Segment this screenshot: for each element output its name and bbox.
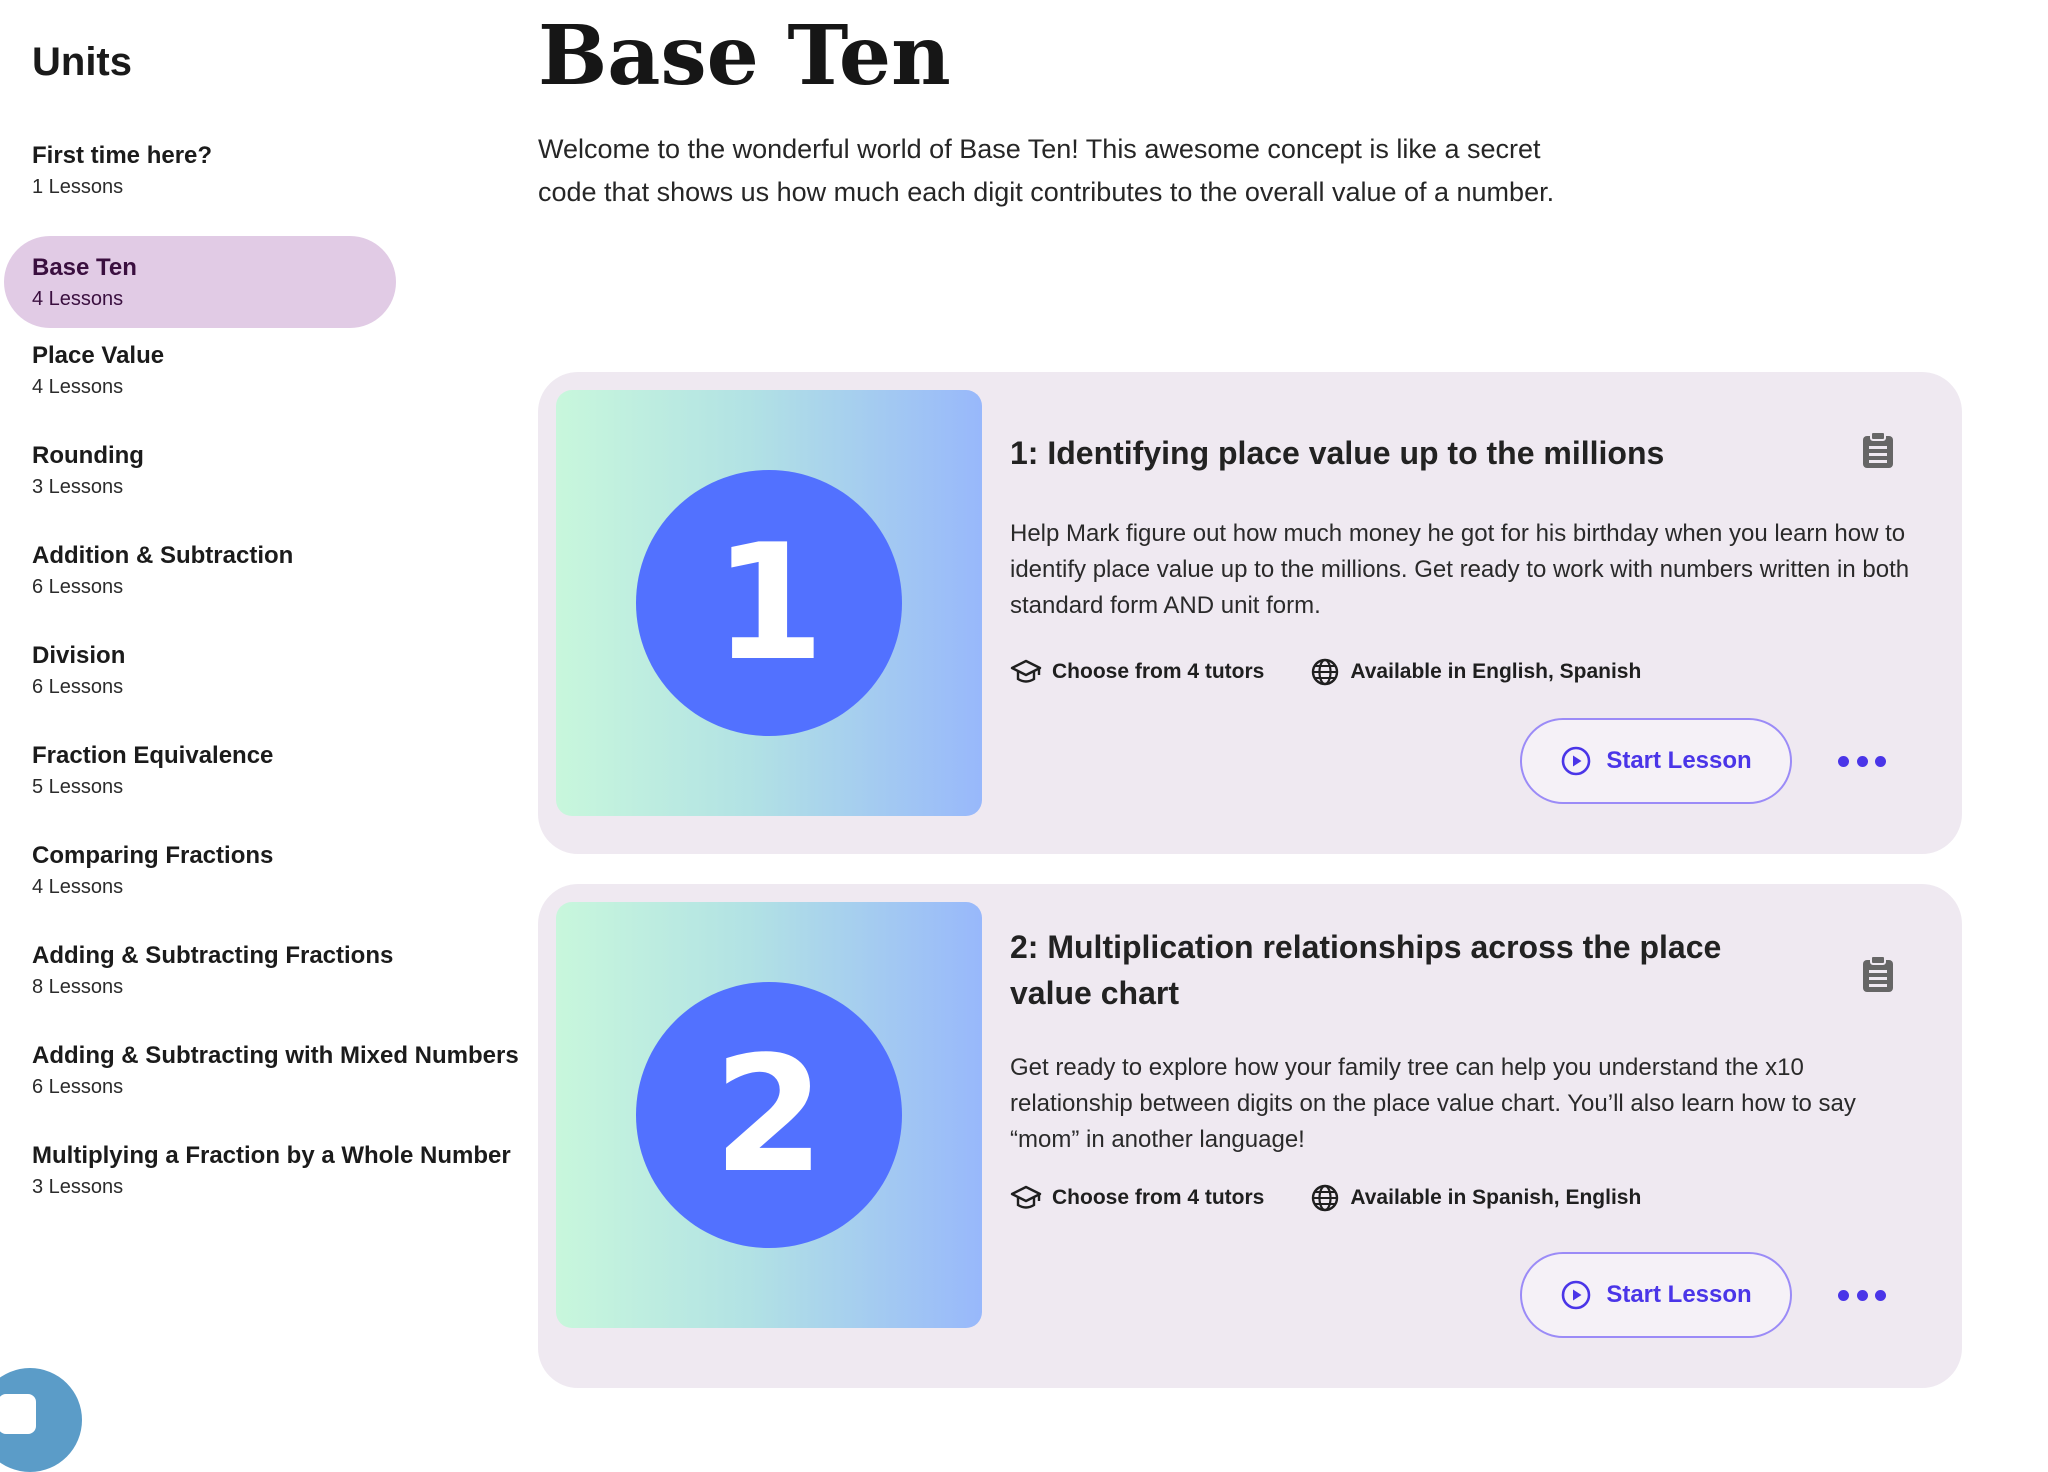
unit-name: Fraction Equivalence <box>32 742 274 769</box>
unit-name: Rounding <box>32 442 144 469</box>
unit-intro: Welcome to the wonderful world of Base T… <box>538 134 1555 207</box>
unit-lesson-count: 4 Lessons <box>32 288 124 310</box>
more-dots-icon <box>1838 755 1849 767</box>
unit-list: First time here? 1 Lessons Base Ten 4 Le… <box>0 136 520 1236</box>
lesson-number-badge: 2 <box>636 982 902 1248</box>
unit-lesson-count: 4 Lessons <box>32 876 124 898</box>
chat-icon <box>0 1394 36 1434</box>
unit-item-addition-subtraction[interactable]: Addition & Subtraction 6 Lessons <box>0 536 520 636</box>
tutors-label: Choose from 4 tutors <box>1052 1186 1265 1209</box>
lesson-thumbnail: 1 <box>556 390 982 816</box>
globe-icon <box>1312 1184 1339 1212</box>
lesson-description: Get ready to explore how your family tre… <box>1010 1054 1856 1153</box>
unit-name: Division <box>32 642 126 669</box>
lesson-thumbnail: 2 <box>556 902 982 1328</box>
start-lesson-label: Start Lesson <box>1606 747 1752 774</box>
unit-item-first-time-here[interactable]: First time here? 1 Lessons <box>0 136 520 236</box>
lesson-title: 2: Multiplication relationships across t… <box>1010 929 1722 1011</box>
unit-lesson-count: 6 Lessons <box>32 1076 124 1098</box>
play-circle-icon <box>1562 1280 1591 1310</box>
unit-item-multiplying-fraction[interactable]: Multiplying a Fraction by a Whole Number… <box>0 1136 520 1236</box>
graduation-cap-icon <box>1010 1185 1042 1209</box>
lesson-title: 1: Identifying place value up to the mil… <box>1010 435 1665 471</box>
unit-item-base-ten[interactable]: Base Ten 4 Lessons <box>0 236 520 336</box>
unit-item-adding-subtracting-fractions[interactable]: Adding & Subtracting Fractions 8 Lessons <box>0 936 520 1036</box>
unit-lesson-count: 8 Lessons <box>32 976 124 998</box>
unit-name: First time here? <box>32 142 213 169</box>
unit-item-place-value[interactable]: Place Value 4 Lessons <box>0 336 520 436</box>
start-lesson-button[interactable]: Start Lesson <box>1520 1252 1792 1338</box>
unit-name: Adding & Subtracting Fractions <box>32 942 394 969</box>
unit-name: Place Value <box>32 342 165 369</box>
language-info: Available in Spanish, English <box>1310 1183 1641 1213</box>
start-lesson-button[interactable]: Start Lesson <box>1520 718 1792 804</box>
play-circle-icon <box>1562 746 1591 776</box>
unit-name: Comparing Fractions <box>32 842 274 869</box>
language-info: Available in English, Spanish <box>1310 657 1641 687</box>
lesson-meta: Choose from 4 tutors Available in Spanis… <box>1010 1180 1687 1216</box>
units-title: Units <box>32 40 132 84</box>
clipboard-icon[interactable] <box>1860 954 1896 994</box>
unit-item-comparing-fractions[interactable]: Comparing Fractions 4 Lessons <box>0 836 520 936</box>
unit-name: Multiplying a Fraction by a Whole Number <box>32 1142 511 1169</box>
unit-name: Adding & Subtracting with Mixed Numbers <box>32 1042 519 1069</box>
unit-name: Base Ten <box>32 254 137 281</box>
clipboard-icon[interactable] <box>1860 430 1896 470</box>
unit-lesson-count: 5 Lessons <box>32 776 124 798</box>
unit-item-division[interactable]: Division 6 Lessons <box>0 636 520 736</box>
globe-icon <box>1312 658 1339 686</box>
lesson-description: Help Mark figure out how much money he g… <box>1010 520 1910 619</box>
start-lesson-label: Start Lesson <box>1606 1281 1752 1308</box>
language-label: Available in Spanish, English <box>1350 1186 1642 1209</box>
more-dots-icon <box>1838 1289 1849 1301</box>
tutors-info: Choose from 4 tutors <box>1010 1184 1264 1212</box>
tutors-label: Choose from 4 tutors <box>1052 660 1265 683</box>
graduation-cap-icon <box>1010 659 1042 683</box>
lesson-number-badge: 1 <box>636 470 902 736</box>
more-options-button[interactable] <box>1838 746 1886 776</box>
unit-lesson-count: 3 Lessons <box>32 476 124 498</box>
language-label: Available in English, Spanish <box>1350 660 1642 683</box>
unit-lesson-count: 6 Lessons <box>32 576 124 598</box>
unit-item-fraction-equivalence[interactable]: Fraction Equivalence 5 Lessons <box>0 736 520 836</box>
lesson-card: 2 2: Multiplication relationships across… <box>538 884 1962 1388</box>
tutors-info: Choose from 4 tutors <box>1010 658 1264 686</box>
unit-lesson-count: 3 Lessons <box>32 1176 124 1198</box>
lesson-meta: Choose from 4 tutors Available in Englis… <box>1010 654 1687 690</box>
unit-item-mixed-numbers[interactable]: Adding & Subtracting with Mixed Numbers … <box>0 1036 520 1136</box>
unit-lesson-count: 4 Lessons <box>32 376 124 398</box>
more-options-button[interactable] <box>1838 1280 1886 1310</box>
unit-lesson-count: 6 Lessons <box>32 676 124 698</box>
units-sidebar: Units First time here? 1 Lessons Base Te… <box>0 0 520 1408</box>
unit-item-rounding[interactable]: Rounding 3 Lessons <box>0 436 520 536</box>
unit-name: Addition & Subtraction <box>32 542 294 569</box>
lesson-card: 1 1: Identifying place value up to the m… <box>538 372 1962 854</box>
unit-lesson-count: 1 Lessons <box>32 176 124 198</box>
page-title: Base Ten <box>538 8 951 104</box>
